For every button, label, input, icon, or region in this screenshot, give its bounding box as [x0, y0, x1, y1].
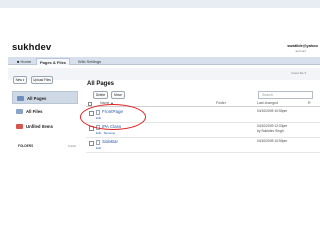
page-link[interactable]: SideBar	[102, 139, 118, 144]
highlight-circle-annotation	[80, 104, 146, 130]
column-last-changed[interactable]: Last changed	[257, 101, 278, 105]
edit-rename-links[interactable]: Edit · Rename	[96, 131, 115, 135]
pages-icon	[17, 96, 24, 101]
new-button[interactable]: New ▾	[13, 76, 27, 84]
main-nav: ■ Home Pages & Files Wiki Settings	[8, 57, 320, 65]
last-changed-by[interactable]: by Sukhdev Singh	[257, 129, 284, 133]
files-icon	[16, 109, 23, 114]
account-link[interactable]: account	[295, 49, 306, 53]
edit-link[interactable]: Edit	[96, 146, 101, 150]
sidebar-item-unfiled[interactable]: Unfiled Items	[12, 120, 78, 133]
search-input[interactable]: Search	[258, 91, 313, 99]
nav-pages-files[interactable]: Pages & Files	[36, 58, 71, 65]
last-changed-date: 04/10/2009 10:50pm	[257, 139, 288, 143]
sidebar-item-all-pages[interactable]: All Pages	[12, 91, 78, 104]
select-all-checkbox[interactable]	[88, 102, 92, 106]
table-row: SideBar Edit 04/10/2009 10:50pm	[86, 138, 320, 153]
page-title: All Pages	[87, 81, 115, 87]
toolbar	[8, 68, 320, 80]
sidebar-item-all-files[interactable]: All Files	[12, 105, 78, 118]
sidebar-item-label: All Pages	[27, 96, 47, 101]
nav-wiki-settings[interactable]: Wiki Settings	[75, 58, 104, 65]
column-folder[interactable]: Folder	[216, 101, 226, 105]
folders-label: FOLDERS	[18, 144, 34, 148]
sidebar: All Pages All Files Unfiled Items FOLDER…	[8, 84, 80, 234]
page-icon	[96, 140, 100, 145]
delete-button[interactable]: Delete	[93, 91, 108, 99]
last-changed-date: 04/10/2009 12:03pm	[257, 124, 288, 128]
column-r[interactable]: R	[308, 101, 311, 105]
top-bar	[0, 0, 320, 8]
row-checkbox[interactable]	[89, 141, 94, 146]
sidebar-item-label: All Files	[26, 109, 43, 114]
upload-files-button[interactable]: Upload Files	[31, 76, 53, 84]
nav-home[interactable]: ■ Home	[14, 58, 34, 65]
last-changed-date: 04/10/2009 10:50pm	[257, 109, 288, 113]
unfiled-icon	[16, 124, 23, 129]
sidebar-item-label: Unfiled Items	[26, 124, 53, 129]
insert-file-link[interactable]: Insert file ▾	[291, 71, 306, 75]
site-title: sukhdev	[12, 42, 52, 53]
user-email[interactable]: swatiblr@yahoo	[287, 43, 318, 48]
move-button[interactable]: Move	[111, 91, 125, 99]
folders-add-link[interactable]: 0 add	[68, 144, 76, 148]
